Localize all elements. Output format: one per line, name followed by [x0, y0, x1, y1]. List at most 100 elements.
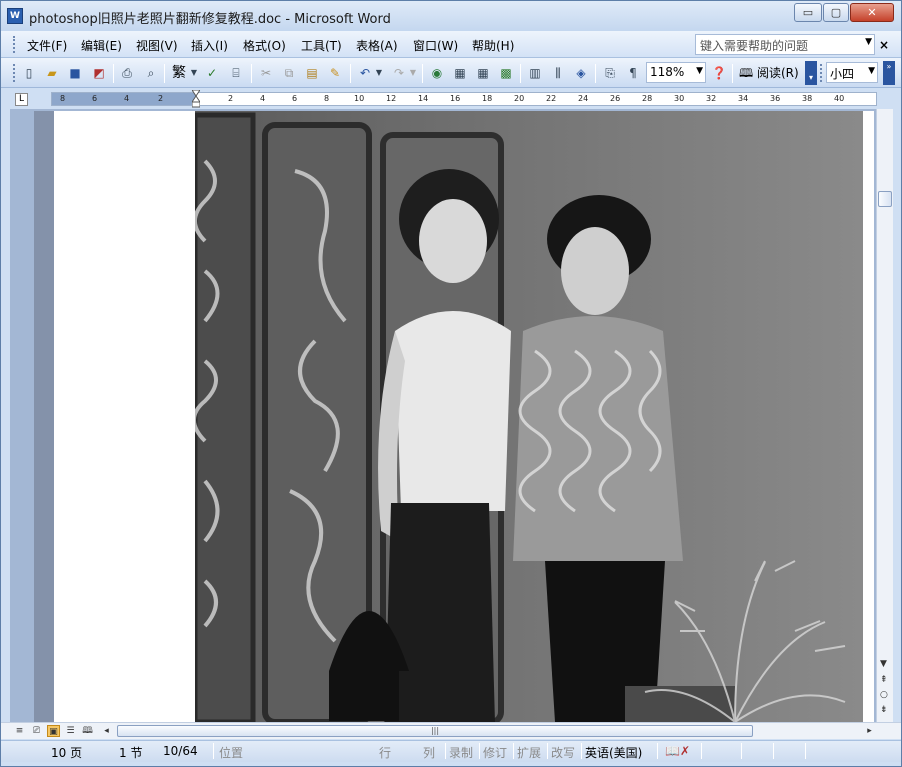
help-icon[interactable]: ❓	[711, 65, 727, 81]
chevron-down-icon[interactable]: ▼	[865, 37, 872, 47]
scroll-right-icon[interactable]: ▸	[863, 725, 876, 737]
menu-grip[interactable]	[13, 36, 16, 53]
undo-icon[interactable]: ↶	[357, 65, 373, 81]
outline-view-icon[interactable]: ☰	[64, 725, 77, 737]
status-overwrite[interactable]: 改写	[551, 744, 575, 761]
chevron-down-icon[interactable]: ▼	[190, 65, 198, 81]
paste-icon[interactable]: ▤	[304, 65, 320, 81]
close-button[interactable]: ✕	[850, 3, 894, 22]
indent-marker[interactable]	[192, 90, 200, 108]
permission-icon[interactable]: ◩	[91, 65, 107, 81]
read-button[interactable]: 🕮 阅读(R)	[739, 64, 799, 85]
next-page-icon[interactable]: ⇟	[880, 705, 888, 715]
scroll-down-icon[interactable]: ▼	[880, 659, 887, 669]
tables-borders-icon[interactable]: ▦	[452, 65, 468, 81]
cut-icon[interactable]: ✂	[258, 65, 274, 81]
status-page-of: 10/64	[163, 744, 198, 758]
tab-selector[interactable]: L	[15, 93, 28, 106]
toolbar-separator	[350, 64, 351, 83]
horizontal-scroll-thumb[interactable]: |||	[117, 725, 753, 737]
status-separator	[445, 743, 446, 759]
menu-insert[interactable]: 插入(I)	[191, 37, 228, 54]
menu-help[interactable]: 帮助(H)	[472, 37, 514, 54]
status-extend[interactable]: 扩展	[517, 744, 541, 761]
chevron-down-icon[interactable]: ▼	[868, 66, 875, 76]
open-folder-icon[interactable]: ▰	[44, 65, 60, 81]
ruler-tick-label: 40	[834, 94, 845, 103]
standard-toolbar: ▯ ▰ ■ ◩ ⎙ ⌕ 繁 ▼ ✓ ⌸ ✂ ⧉ ▤ ✎ ↶ ▼ ↷ ▼ ◉ ▦ …	[1, 58, 901, 88]
scroll-left-icon[interactable]: ◂	[100, 725, 113, 737]
toolbar-options-icon[interactable]: ▾	[805, 61, 817, 85]
status-language[interactable]: 英语(美国)	[585, 744, 642, 761]
help-search-input[interactable]: 键入需要帮助的问题 ▼	[695, 34, 875, 55]
status-separator	[547, 743, 548, 759]
ruler-tick-label: 32	[706, 94, 717, 103]
ruler-tick-label: 24	[578, 94, 589, 103]
research-icon[interactable]: ⌸	[228, 65, 244, 81]
previous-page-icon[interactable]: ⇞	[880, 675, 888, 685]
status-separator	[741, 743, 742, 759]
toolbar-separator	[732, 64, 733, 83]
vertical-scroll-thumb[interactable]	[878, 191, 892, 207]
toolbar-separator	[251, 64, 252, 83]
browse-object-icon[interactable]: ○	[880, 690, 888, 700]
vertical-scrollbar[interactable]: ▼ ⇞ ○ ⇟	[876, 109, 893, 722]
maximize-button[interactable]: ▢	[823, 3, 849, 22]
maximize-icon: ▢	[830, 6, 842, 19]
status-separator	[213, 743, 214, 759]
old-photo-image[interactable]	[195, 111, 863, 722]
show-hide-icon[interactable]: ⎘	[602, 65, 618, 81]
menu-window[interactable]: 窗口(W)	[413, 37, 458, 54]
print-icon[interactable]: ⎙	[119, 65, 135, 81]
columns-icon[interactable]: ▥	[527, 65, 543, 81]
reading-view-icon[interactable]: 🕮	[81, 725, 94, 737]
ruler-tick-label: 2	[158, 94, 164, 103]
zoom-select[interactable]: 118% ▼	[646, 62, 706, 83]
word-doc-icon[interactable]: W	[7, 8, 23, 24]
close-doc-icon[interactable]: ×	[879, 38, 889, 52]
drawing-icon[interactable]: ⫼	[550, 65, 566, 81]
menu-tools[interactable]: 工具(T)	[301, 37, 342, 54]
ruler-tick-label: 28	[642, 94, 653, 103]
zoom-value: 118%	[650, 65, 685, 79]
menu-table[interactable]: 表格(A)	[356, 37, 398, 54]
document-page[interactable]	[54, 111, 874, 722]
web-layout-icon[interactable]: ⎚	[30, 725, 43, 737]
chevron-down-icon[interactable]: ▼	[409, 65, 417, 81]
hyperlink-icon[interactable]: ◉	[429, 65, 445, 81]
help-placeholder: 键入需要帮助的问题	[700, 39, 809, 53]
chevron-down-icon[interactable]: ▼	[375, 65, 383, 81]
insert-table-icon[interactable]: ▦	[475, 65, 491, 81]
menu-file[interactable]: 文件(F)	[27, 37, 67, 54]
print-preview-icon[interactable]: ⌕	[143, 65, 159, 81]
menu-edit[interactable]: 编辑(E)	[81, 37, 122, 54]
traditional-chinese-icon[interactable]: 繁	[170, 65, 188, 81]
status-record[interactable]: 录制	[449, 744, 473, 761]
horizontal-ruler[interactable]: 8 6 4 2 2 4 6 8 10 12 14 16 18 20 22 24 …	[51, 90, 877, 108]
menu-view[interactable]: 视图(V)	[136, 37, 178, 54]
format-painter-icon[interactable]: ✎	[327, 65, 343, 81]
font-size-select[interactable]: 小四 ▼	[826, 62, 878, 83]
status-separator	[701, 743, 702, 759]
toolbar-grip[interactable]	[13, 64, 16, 82]
copy-icon[interactable]: ⧉	[281, 65, 297, 81]
normal-view-icon[interactable]: ≡	[13, 725, 26, 737]
chevron-down-icon[interactable]: ▼	[696, 66, 703, 76]
document-map-icon[interactable]: ◈	[573, 65, 589, 81]
spelling-status-icon[interactable]: 📖✗	[665, 744, 690, 758]
ruler-tick-label: 4	[260, 94, 266, 103]
print-layout-icon[interactable]: ▣	[47, 725, 60, 737]
minimize-button[interactable]: ▭	[794, 3, 822, 22]
spelling-check-icon[interactable]: ✓	[204, 65, 220, 81]
ruler-tick-label: 10	[354, 94, 365, 103]
insert-excel-icon[interactable]: ▩	[498, 65, 514, 81]
paragraph-mark-icon[interactable]: ¶	[625, 65, 641, 81]
format-toolbar-grip[interactable]	[820, 64, 823, 82]
menu-format[interactable]: 格式(O)	[243, 37, 286, 54]
toolbar-overflow-icon[interactable]: »	[883, 61, 895, 85]
save-icon[interactable]: ■	[67, 65, 83, 81]
redo-icon[interactable]: ↷	[391, 65, 407, 81]
status-page: 10 页	[51, 746, 83, 760]
status-revise[interactable]: 修订	[483, 744, 507, 761]
new-document-icon[interactable]: ▯	[21, 65, 37, 81]
